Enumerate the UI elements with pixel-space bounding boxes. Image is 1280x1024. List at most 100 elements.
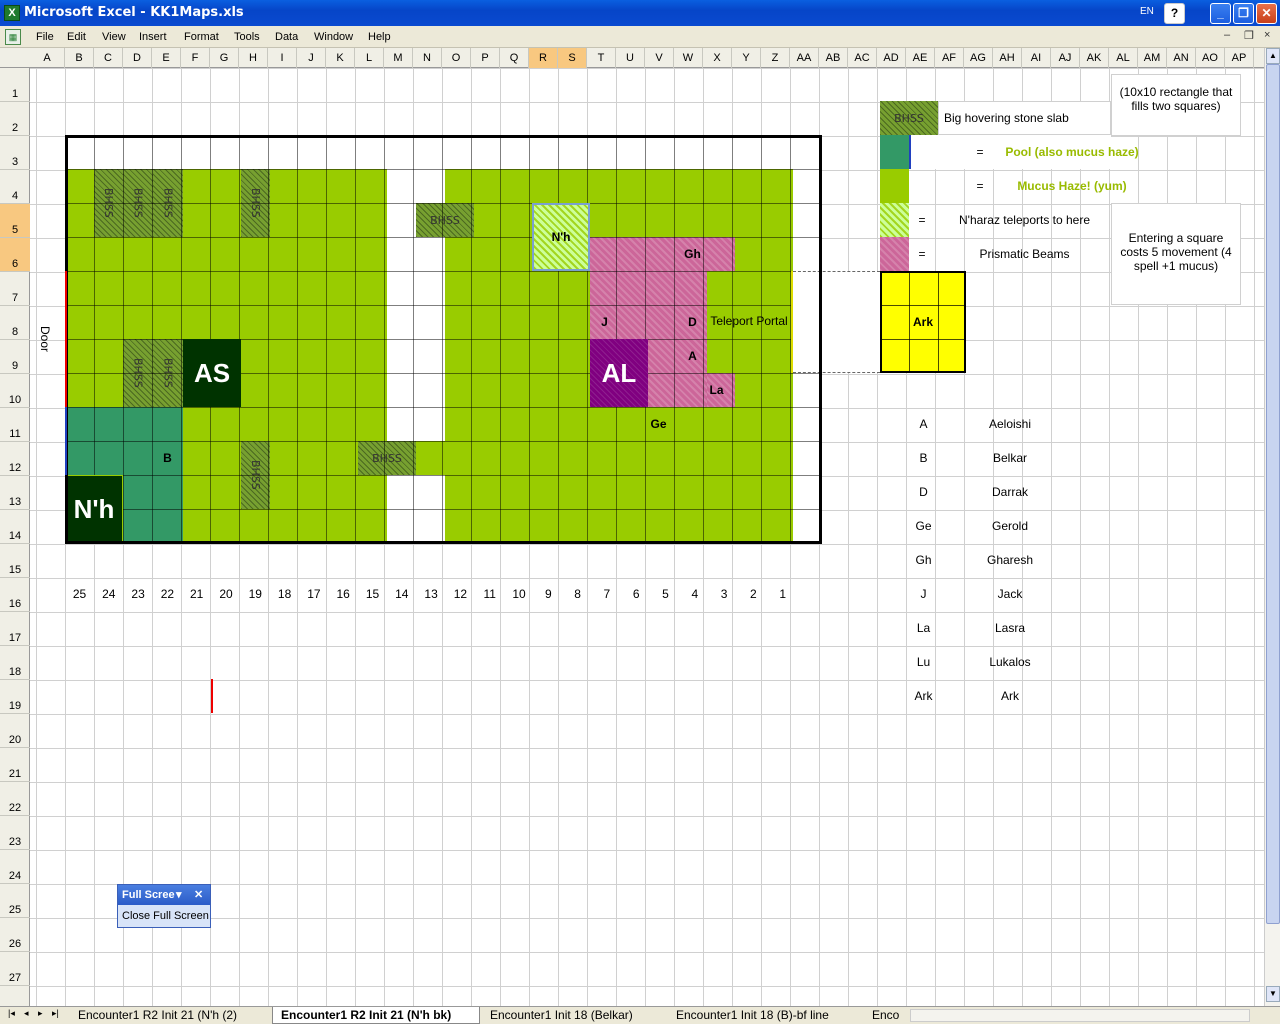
row-header-24[interactable]: 24 [0, 850, 30, 884]
column-header-al[interactable]: AL [1109, 48, 1138, 68]
row-header-3[interactable]: 3 [0, 136, 30, 170]
column-header-a[interactable]: A [30, 48, 65, 68]
menu-edit[interactable]: Edit [67, 31, 86, 43]
column-header-w[interactable]: W [674, 48, 703, 68]
token-al[interactable]: AL [590, 339, 648, 407]
vertical-scrollbar[interactable]: ▲ ▼ [1264, 48, 1280, 1006]
row-header-11[interactable]: 11 [0, 408, 30, 442]
column-header-j[interactable]: J [297, 48, 326, 68]
sheet-tab[interactable]: Encounter1 Init 18 (B)-bf line [668, 1007, 858, 1024]
menu-tools[interactable]: Tools [234, 31, 260, 43]
menu-format[interactable]: Format [184, 31, 219, 43]
menu-data[interactable]: Data [275, 31, 298, 43]
token-d[interactable]: D [678, 315, 707, 329]
column-header-ak[interactable]: AK [1080, 48, 1109, 68]
token-a[interactable]: A [678, 349, 707, 363]
last-sheet-icon[interactable]: ▸| [52, 1008, 59, 1019]
column-header-e[interactable]: E [152, 48, 181, 68]
token-ge[interactable]: Ge [644, 417, 673, 431]
scroll-thumb[interactable] [1266, 64, 1280, 924]
menu-window[interactable]: Window [314, 31, 353, 43]
workbook-restore-button[interactable]: ❐ [1244, 29, 1254, 42]
scroll-up-arrow-icon[interactable]: ▲ [1266, 48, 1280, 64]
row-header-17[interactable]: 17 [0, 612, 30, 646]
column-header-ag[interactable]: AG [964, 48, 993, 68]
sheet-tab[interactable]: Enco [864, 1007, 910, 1024]
scroll-down-arrow-icon[interactable]: ▼ [1266, 986, 1280, 1002]
column-header-ao[interactable]: AO [1196, 48, 1225, 68]
token-as[interactable]: AS [183, 339, 241, 407]
column-header-v[interactable]: V [645, 48, 674, 68]
dropdown-arrow-icon[interactable]: ▾ [176, 885, 182, 905]
column-header-af[interactable]: AF [935, 48, 964, 68]
row-header-14[interactable]: 14 [0, 510, 30, 544]
menu-insert[interactable]: Insert [139, 31, 167, 43]
row-header-4[interactable]: 4 [0, 170, 30, 204]
column-header-l[interactable]: L [355, 48, 384, 68]
token-ark[interactable]: Ark [880, 315, 966, 329]
column-header-b[interactable]: B [65, 48, 94, 68]
token-nh-big[interactable]: N'h [65, 475, 123, 544]
column-header-z[interactable]: Z [761, 48, 790, 68]
token-nh-small[interactable]: N'h [532, 203, 590, 271]
menu-help[interactable]: Help [368, 31, 391, 43]
row-header-25[interactable]: 25 [0, 884, 30, 918]
prev-sheet-icon[interactable]: ◂ [24, 1008, 29, 1019]
fullscreen-toolbar-title[interactable]: Full Scree ▾ ✕ [118, 885, 210, 905]
column-header-r[interactable]: R [529, 48, 558, 68]
row-header-15[interactable]: 15 [0, 544, 30, 578]
column-header-p[interactable]: P [471, 48, 500, 68]
sheet-tab-active[interactable]: Encounter1 R2 Init 21 (N'h bk) [272, 1007, 480, 1024]
token-gh[interactable]: Gh [678, 247, 707, 261]
row-header-9[interactable]: 9 [0, 340, 30, 374]
row-header-20[interactable]: 20 [0, 714, 30, 748]
row-header-27[interactable]: 27 [0, 952, 30, 986]
row-header-23[interactable]: 23 [0, 816, 30, 850]
column-header-ae[interactable]: AE [906, 48, 935, 68]
column-header-ap[interactable]: AP [1225, 48, 1254, 68]
worksheet-grid[interactable]: BHSS BHSS BHSS BHSS BHSS BHSS BHSS BHSS … [30, 68, 1264, 1006]
row-header-13[interactable]: 13 [0, 476, 30, 510]
column-header-c[interactable]: C [94, 48, 123, 68]
language-indicator[interactable]: EN [1140, 6, 1154, 17]
column-header-n[interactable]: N [413, 48, 442, 68]
excel-icon[interactable]: X [4, 5, 20, 21]
workbook-minimize-button[interactable]: – [1224, 29, 1230, 41]
column-header-i[interactable]: I [268, 48, 297, 68]
horizontal-scrollbar[interactable] [910, 1009, 1250, 1022]
column-header-an[interactable]: AN [1167, 48, 1196, 68]
column-header-u[interactable]: U [616, 48, 645, 68]
token-j[interactable]: J [590, 315, 619, 329]
row-header-19[interactable]: 19 [0, 680, 30, 714]
column-header-k[interactable]: K [326, 48, 355, 68]
column-header-y[interactable]: Y [732, 48, 761, 68]
close-full-screen-button[interactable]: Close Full Screen [118, 905, 210, 927]
column-header-am[interactable]: AM [1138, 48, 1167, 68]
column-header-s[interactable]: S [558, 48, 587, 68]
close-button[interactable]: ✕ [1256, 3, 1277, 24]
column-header-m[interactable]: M [384, 48, 413, 68]
column-header-ah[interactable]: AH [993, 48, 1022, 68]
column-header-h[interactable]: H [239, 48, 268, 68]
workbook-close-button[interactable]: × [1264, 29, 1270, 41]
column-header-ab[interactable]: AB [819, 48, 848, 68]
menu-file[interactable]: File [36, 31, 54, 43]
row-header-16[interactable]: 16 [0, 578, 30, 612]
next-sheet-icon[interactable]: ▸ [38, 1008, 43, 1019]
row-header-1[interactable]: 1 [0, 68, 30, 102]
column-header-aj[interactable]: AJ [1051, 48, 1080, 68]
row-header-6[interactable]: 6 [0, 238, 30, 272]
column-header-ad[interactable]: AD [877, 48, 906, 68]
row-header-10[interactable]: 10 [0, 374, 30, 408]
row-header-26[interactable]: 26 [0, 918, 30, 952]
first-sheet-icon[interactable]: |◂ [8, 1008, 15, 1019]
token-la[interactable]: La [702, 383, 731, 397]
sheet-tab[interactable]: Encounter1 R2 Init 21 (N'h (2) [70, 1007, 274, 1024]
column-header-aa[interactable]: AA [790, 48, 819, 68]
token-b[interactable]: B [153, 451, 182, 465]
column-header-f[interactable]: F [181, 48, 210, 68]
column-header-ac[interactable]: AC [848, 48, 877, 68]
workbook-icon[interactable]: ▦ [5, 29, 21, 45]
row-header-21[interactable]: 21 [0, 748, 30, 782]
close-icon[interactable]: ✕ [194, 885, 203, 905]
